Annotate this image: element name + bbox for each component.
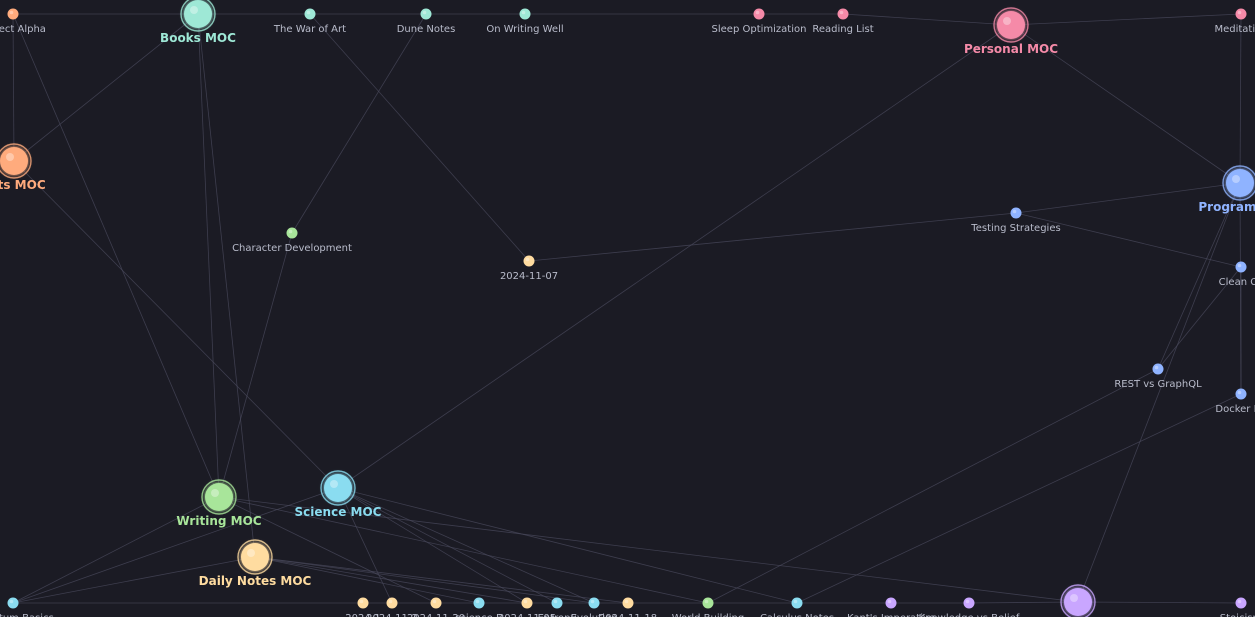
- edge-daily-1107-testing: [528, 212, 1017, 262]
- note-label-clean-code: Clean Co: [1219, 277, 1255, 288]
- hub-node-philosophy[interactable]: [1060, 584, 1096, 617]
- note-label-calculus: Calculus Notes: [760, 613, 834, 617]
- hub-node-science[interactable]: Science MOC: [295, 470, 382, 519]
- note-label-sleep: Sleep Optimization: [712, 24, 807, 35]
- note-node-writing-well[interactable]: On Writing Well: [486, 8, 564, 36]
- note-label-world-building: World Building: [672, 613, 744, 617]
- note-label-d5: 2024-11-18: [599, 613, 657, 617]
- hub-node-writing[interactable]: Writing MOC: [176, 479, 262, 528]
- hub-label-projects: ects MOC: [0, 178, 46, 192]
- note-label-rest-graphql: REST vs GraphQL: [1114, 379, 1202, 390]
- edge-philosophy-br: [1077, 601, 1242, 604]
- note-label-testing: Testing Strategies: [970, 223, 1060, 234]
- note-node-tr[interactable]: Meditation: [1214, 8, 1255, 36]
- edge-calculus-docker: [796, 393, 1242, 604]
- note-label-br: Stoicism: [1220, 613, 1255, 617]
- note-label-bl: Quantum Basics: [0, 613, 54, 617]
- edge-philosophy-programming: [1077, 182, 1241, 603]
- hub-label-science: Science MOC: [295, 505, 382, 519]
- note-node-sleep[interactable]: Sleep Optimization: [712, 8, 807, 36]
- note-label-writing-well: On Writing Well: [486, 24, 563, 35]
- edge-war-of-art-daily-1107: [309, 13, 530, 262]
- hub-node-books[interactable]: Books MOC: [160, 0, 236, 45]
- note-node-world-building[interactable]: World Building: [672, 597, 744, 617]
- edge-tl-projects: [12, 13, 15, 162]
- edge-world-building-rest-graphql: [707, 368, 1159, 604]
- edge-books-daily: [197, 13, 256, 558]
- edge-projects-science: [13, 160, 339, 489]
- note-node-dune[interactable]: Dune Notes: [397, 8, 456, 36]
- edge-character-writing: [218, 232, 293, 498]
- note-node-clean-code[interactable]: Clean Co: [1219, 261, 1255, 289]
- note-node-tl[interactable]: Project Alpha: [0, 8, 46, 36]
- note-node-docker[interactable]: Docker Ba: [1215, 388, 1255, 416]
- note-label-dune: Dune Notes: [397, 24, 456, 35]
- hub-node-personal[interactable]: Personal MOC: [964, 7, 1058, 56]
- note-node-rest-graphql[interactable]: REST vs GraphQL: [1114, 363, 1202, 391]
- hub-label-writing: Writing MOC: [176, 514, 261, 528]
- note-node-character[interactable]: Character Development: [232, 227, 352, 255]
- note-label-tr: Meditation: [1214, 24, 1255, 35]
- edge-tl-writing: [12, 13, 220, 498]
- hub-label-daily: Daily Notes MOC: [199, 574, 312, 588]
- hub-label-programming: Programmin: [1198, 200, 1255, 214]
- hub-label-personal: Personal MOC: [964, 42, 1058, 56]
- note-node-daily-1107[interactable]: 2024-11-07: [500, 255, 558, 283]
- note-node-s1[interactable]: science-B: [455, 597, 503, 617]
- edge-character-dune: [291, 13, 427, 234]
- edge-testing-clean-code: [1015, 212, 1242, 268]
- note-node-knowledge[interactable]: Knowledge vs Belief: [919, 597, 1020, 617]
- edge-science-personal: [337, 24, 1012, 489]
- note-label-character: Character Development: [232, 243, 352, 254]
- note-label-s1: science-B: [455, 613, 503, 617]
- graph-nodes: The War of Art Dune Notes On Writing Well S…: [0, 0, 1255, 617]
- edge-personal-tr: [1010, 13, 1242, 26]
- note-node-calculus[interactable]: Calculus Notes: [760, 597, 834, 617]
- hub-label-books: Books MOC: [160, 31, 236, 45]
- note-label-tl: Project Alpha: [0, 24, 46, 35]
- note-label-docker: Docker Ba: [1215, 404, 1255, 415]
- hub-node-programming[interactable]: Programmin: [1198, 165, 1255, 214]
- graph-view[interactable]: The War of Art Dune Notes On Writing Well S…: [0, 0, 1255, 617]
- edge-books-writing: [197, 13, 220, 498]
- note-label-war-of-art: The War of Art: [273, 24, 346, 35]
- note-node-war-of-art[interactable]: The War of Art: [273, 8, 346, 36]
- edge-bl-writing: [12, 496, 220, 604]
- note-node-br[interactable]: Stoicism: [1220, 597, 1255, 617]
- edge-science-calculus: [337, 487, 798, 604]
- note-label-daily-1107: 2024-11-07: [500, 271, 558, 282]
- note-label-knowledge: Knowledge vs Belief: [919, 613, 1020, 617]
- note-label-reading-list: Reading List: [812, 24, 873, 35]
- note-node-reading-list[interactable]: Reading List: [812, 8, 874, 36]
- edge-tr-programming: [1239, 13, 1242, 184]
- hub-node-projects[interactable]: ects MOC: [0, 143, 46, 192]
